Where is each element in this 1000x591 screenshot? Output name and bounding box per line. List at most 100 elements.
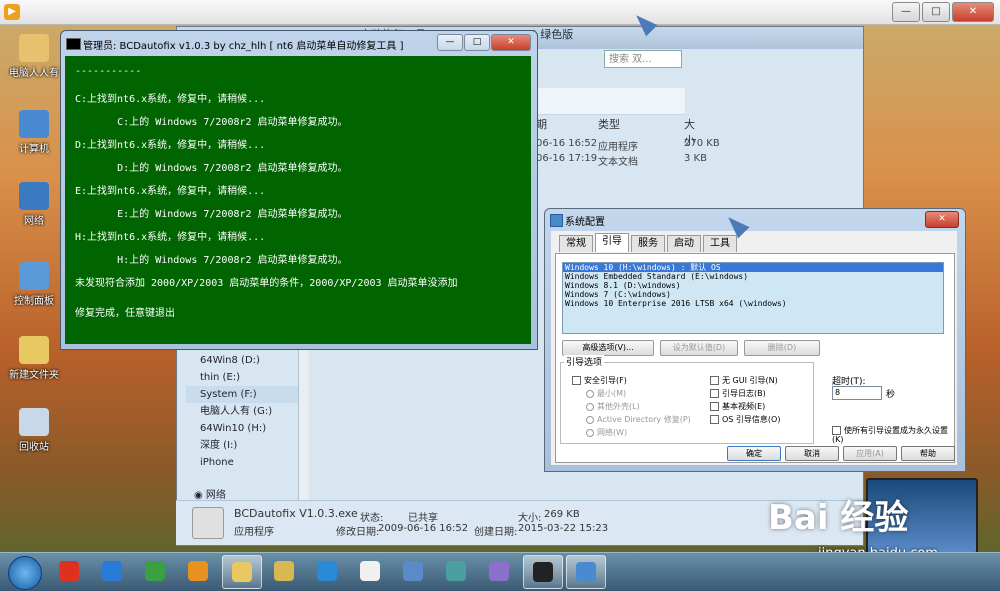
console-line: C:上的 Windows 7/2008r2 启动菜单修复成功。 [75,117,348,128]
taskbar-app-notepad[interactable] [351,555,389,587]
nav-item-drive[interactable]: 电脑人人有 (G:) [186,403,298,420]
taskbar-app-monitor[interactable] [437,555,475,587]
cancel-button[interactable]: 取消 [785,446,839,461]
os-boot-info-checkbox[interactable]: OS 引导信息(O) [710,414,780,425]
maximize-button[interactable]: □ [922,2,950,22]
taskbar-app-folder[interactable] [265,555,303,587]
file-type: 应用程序 [598,142,638,153]
alt-shell-radio[interactable]: 其他外壳(L) [586,401,640,412]
desktop-icon[interactable]: 电脑人人有 [6,34,62,79]
nav-item-drive[interactable]: 64Win8 (D:) [186,352,298,369]
console-window[interactable]: 管理员: BCDautofix v1.0.3 by chz_hlh [ nt6 … [60,30,538,350]
timeout-input[interactable]: 8 [832,386,882,400]
file-size: 270 KB [684,138,720,149]
dialog-title: 系统配置 [565,217,605,228]
apply-button[interactable]: 应用(A) [843,446,897,461]
details-filename: BCDautofix V1.0.3.exe [234,507,358,520]
ok-button[interactable]: 确定 [727,446,781,461]
delete-button[interactable]: 删除(D) [744,340,820,356]
desktop-icon[interactable]: 回收站 [6,408,62,453]
taskbar-app-ie-icon [102,561,122,581]
base-video-checkbox[interactable]: 基本视频(E) [710,401,765,412]
player-window-controls: — □ ✕ [892,2,994,22]
desktop-icon[interactable]: 新建文件夹 [6,336,62,381]
player-title-bar: ▶ — □ ✕ [0,0,1000,25]
dialog-close-button[interactable]: ✕ [925,211,959,228]
taskbar-app-ie[interactable] [93,555,131,587]
taskbar-app-chrome[interactable] [136,555,174,587]
console-output[interactable]: ----------- C:上找到nt6.x系统，修复中，请稍候... C:上的 … [65,56,531,344]
taskbar-app-browser[interactable] [308,555,346,587]
boot-entry[interactable]: Windows 10 Enterprise 2016 LTSB x64 (\wi… [563,299,943,308]
explorer-nav-pane: 64Win8 (D:) thin (E:) System (F:) 电脑人人有 (G:… [186,352,298,471]
no-gui-boot-checkbox[interactable]: 无 GUI 引导(N) [710,375,778,386]
file-size: 3 KB [684,153,707,164]
network-radio[interactable]: 网络(W) [586,427,627,438]
taskbar-app-sysconfig-icon [576,562,596,582]
taskbar-app-media[interactable] [179,555,217,587]
desktop-icon[interactable]: 网络 [6,182,62,227]
permanent-settings-checkbox[interactable]: 使所有引导设置成为永久设置(K) [832,426,948,444]
console-line: D:上找到nt6.x系统，修复中，请稍候... [75,140,266,151]
console-close-button[interactable]: ✕ [491,34,531,51]
taskbar-app-sysconfig[interactable] [566,555,606,589]
console-minimize-button[interactable]: — [437,34,463,51]
boot-entry[interactable]: Windows 8.1 (D:\windows) [563,281,943,290]
nav-scrollbar[interactable] [298,346,309,500]
tab-4[interactable]: 工具 [703,235,737,252]
console-line: D:上的 Windows 7/2008r2 启动菜单修复成功。 [75,163,348,174]
minimize-button[interactable]: — [892,2,920,22]
nav-item-network[interactable]: ◉ 网络 [194,486,226,501]
baidu-watermark: Bai 经验 [768,498,909,538]
ad-repair-radio[interactable]: Active Directory 修复(P) [586,414,691,425]
console-line: H:上找到nt6.x系统，修复中，请稍候... [75,232,266,243]
taskbar-app-cmd[interactable] [523,555,563,589]
taskbar-app-360[interactable] [50,555,88,587]
set-default-button[interactable]: 设为默认值(D) [660,340,738,356]
taskbar-app-tool-icon [489,561,509,581]
help-button[interactable]: 帮助 [901,446,955,461]
boot-entry[interactable]: Windows 10 (H:\windows) : 默认 OS [563,263,943,272]
nav-item-drive[interactable]: System (F:) [186,386,298,403]
taskbar-app-settings-icon [403,561,423,581]
taskbar-app-360-icon [59,561,79,581]
explorer-search-input[interactable]: 搜索 双... [604,50,682,68]
close-button[interactable]: ✕ [952,2,994,22]
boot-entry-list[interactable]: Windows 10 (H:\windows) : 默认 OS Windows E… [562,262,944,334]
boot-entry[interactable]: Windows 7 (C:\windows) [563,290,943,299]
app-icon [192,507,224,539]
safe-boot-checkbox[interactable]: 安全引导(F) [572,375,627,386]
console-line: ----------- [75,66,142,77]
boot-tab-panel: Windows 10 (H:\windows) : 默认 OS Windows E… [555,253,955,463]
tab-3[interactable]: 启动 [667,235,701,252]
desktop-icon-label: 新建文件夹 [9,370,59,381]
start-button[interactable] [8,556,42,590]
console-maximize-button[interactable]: □ [464,34,490,51]
advanced-options-button[interactable]: 高级选项(V)... [562,340,654,356]
desktop-icon[interactable]: 计算机 [6,110,62,155]
taskbar-app-explorer[interactable] [222,555,262,589]
minimal-radio[interactable]: 最小(M) [586,388,626,399]
details-created-label: 创建日期: [474,527,518,538]
taskbar-app-tool[interactable] [480,555,518,587]
taskbar [0,552,1000,591]
cmd-icon [66,38,81,50]
desktop-icon-label: 计算机 [19,144,49,155]
tab-0[interactable]: 常规 [559,235,593,252]
nav-item-drive[interactable]: thin (E:) [186,369,298,386]
file-type: 文本文档 [598,157,638,168]
tab-1[interactable]: 引导 [595,233,629,252]
desktop-shortcut-icon [19,262,49,290]
desktop-icon-label: 网络 [24,216,44,227]
column-type[interactable]: 类型 [598,116,620,132]
tab-2[interactable]: 服务 [631,235,665,252]
nav-item-drive[interactable]: 深度 (I:) [186,437,298,454]
taskbar-app-settings[interactable] [394,555,432,587]
system-config-dialog[interactable]: 系统配置 ✕ 常规 引导 服务 启动 工具 Windows 10 (H:\windows… [544,208,966,472]
boot-log-checkbox[interactable]: 引导日志(B) [710,388,766,399]
boot-entry[interactable]: Windows Embedded Standard (E:\windows) [563,272,943,281]
desktop-icon[interactable]: 控制面板 [6,262,62,307]
desktop-icon-label: 电脑人人有 [9,68,59,79]
nav-item-drive[interactable]: iPhone [186,454,298,471]
nav-item-drive[interactable]: 64Win10 (H:) [186,420,298,437]
